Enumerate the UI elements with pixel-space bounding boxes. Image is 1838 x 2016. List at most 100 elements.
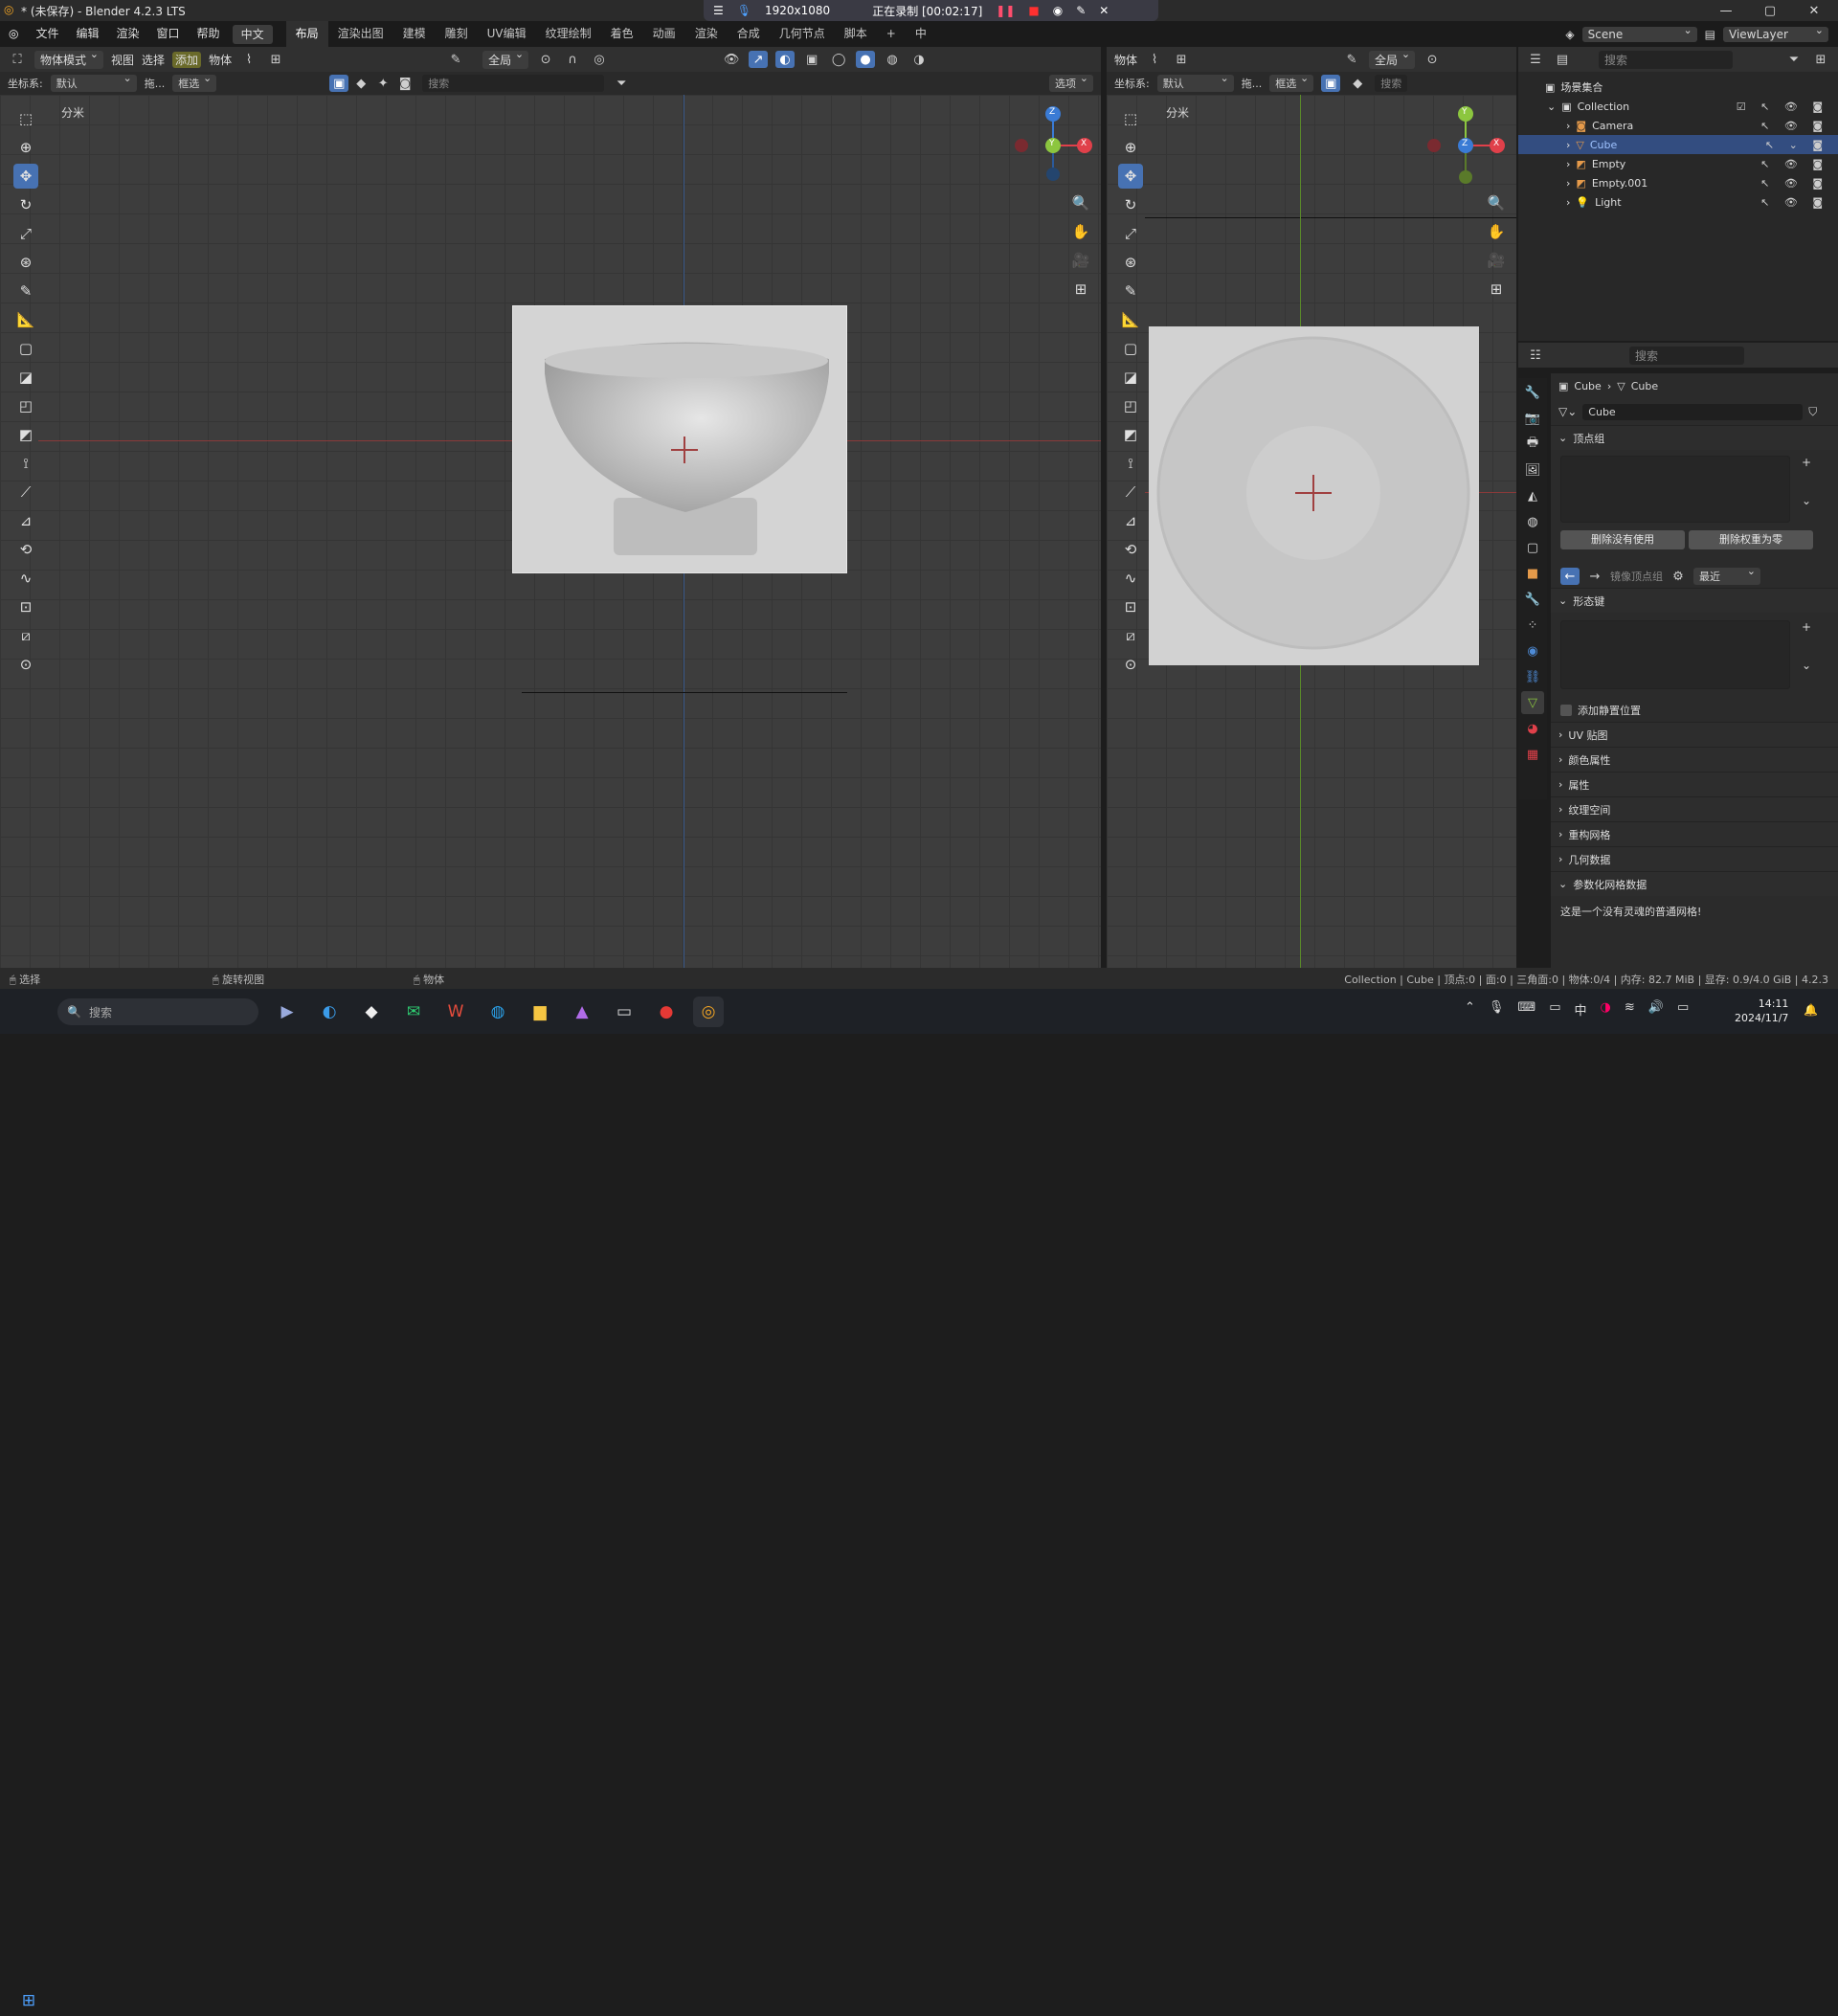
menu-render[interactable]: 渲染 [108,21,148,47]
right-eyedropper-icon[interactable]: ✎ [1342,51,1361,68]
tab-render-output[interactable]: 渲染出图 [328,21,393,47]
properties-editor-icon[interactable]: ☷ [1526,347,1545,364]
bowl-top-reference-image[interactable] [1149,326,1479,665]
shrink-tool-icon[interactable]: ⊡ [13,594,38,619]
scale-tool-icon[interactable]: ⤢ [13,221,38,246]
r-inset-tool-icon[interactable]: ◰ [1118,393,1143,418]
filter-mesh-icon[interactable]: ◆ [351,75,370,92]
right-menu-object[interactable]: 物体 [1114,52,1137,68]
right-snap-icon[interactable]: ⌇ [1145,51,1164,68]
r-scale-tool-icon[interactable]: ⤢ [1118,221,1143,246]
recorder-app-icon[interactable]: ● [651,997,682,1027]
r-rotate-tool-icon[interactable]: ↻ [1118,192,1143,217]
mic-icon[interactable]: 🎙 [737,4,751,17]
eyedropper-icon[interactable]: ✎ [446,51,465,68]
texture-space-panel-header[interactable]: › 纹理空间 [1551,796,1838,821]
remove-unused-button[interactable]: 删除没有使用 [1560,530,1685,549]
right-filter-mesh-icon[interactable]: ◆ [1348,75,1367,92]
left-search-input[interactable]: 搜索 [422,75,605,92]
camera-view-icon[interactable]: 🎥 [1068,248,1093,273]
menu-view[interactable]: 视图 [111,52,134,68]
r-spin-tool-icon[interactable]: ⟲ [1118,537,1143,562]
select-mode-icon[interactable]: ▣ [329,75,349,92]
world-tab-icon[interactable]: ◍ [1521,510,1544,533]
scene-tab-icon[interactable]: ◭ [1521,484,1544,507]
physics-tab-icon[interactable]: ◉ [1521,639,1544,662]
tab-layout[interactable]: 布局 [285,21,328,47]
color-attributes-panel-header[interactable]: › 颜色属性 [1551,747,1838,772]
outliner-item-camera[interactable]: › ◙ Camera ↖ 👁 ◙ [1518,116,1838,135]
cube-visibility-icons[interactable]: ↖ ⌄ ◙ [1765,139,1828,151]
r-pan-hand-icon[interactable]: ✋ [1484,219,1509,244]
vertex-group-list[interactable] [1560,456,1790,523]
minimize-button[interactable]: — [1704,0,1748,21]
ime-tray-icon[interactable]: 中 [1574,1000,1586,1019]
vertex-group-menu-icon[interactable]: ⌄ [1802,494,1811,507]
clock[interactable]: 14:11 2024/11/7 [1735,997,1788,1025]
fake-user-icon[interactable]: ⛉ [1808,405,1817,419]
camera-visibility-icons[interactable]: ↖ 👁 ◙ [1760,120,1828,132]
constraints-tab-icon[interactable]: ⛓ [1521,665,1544,688]
shading-solid-icon[interactable]: ● [856,51,876,68]
terminal-app-icon[interactable]: ▭ [609,997,639,1027]
add-workspace-icon[interactable]: + [877,21,906,47]
r-loopcut-tool-icon[interactable]: ⟟ [1118,451,1143,476]
r-camera-view-icon[interactable]: 🎥 [1484,248,1509,273]
properties-search-input[interactable]: 搜索 [1629,346,1744,365]
rest-position-checkbox[interactable] [1560,705,1572,716]
tab-uv-editing[interactable]: UV编辑 [478,21,536,47]
right-search-input[interactable]: 搜索 [1375,75,1408,92]
light-visibility-icons[interactable]: ↖ 👁 ◙ [1760,196,1828,209]
taskbar-search[interactable]: 🔍 搜索 [57,998,258,1025]
gizmo-toggle-icon[interactable]: ↗ [749,51,769,68]
knife-tool-icon[interactable]: ⟋ [13,480,38,504]
r-move-tool-icon[interactable]: ✥ [1118,164,1143,189]
output-tab-icon[interactable]: 🖶 [1521,433,1544,456]
add-vertex-group-icon[interactable]: + [1802,456,1811,469]
battery-icon[interactable]: ▭ [1677,1000,1689,1019]
shape-keys-panel-header[interactable]: ⌄ 形态键 [1551,588,1838,613]
file-explorer-icon[interactable]: ▆ [525,997,555,1027]
transform-tool-icon[interactable]: ⊛ [13,250,38,275]
display-icon[interactable]: ▭ [1549,1000,1560,1019]
right-orientation-dropdown[interactable]: 默认 [1156,72,1234,92]
tab-geometry-nodes[interactable]: 几何节点 [770,21,835,47]
right-transform-orientation[interactable]: 全局 [1369,48,1416,69]
r-shrink-tool-icon[interactable]: ⊡ [1118,594,1143,619]
menu-file[interactable]: 文件 [27,21,67,47]
scene-collection-row[interactable]: ▣ 场景集合 [1518,78,1838,97]
material-tab-icon[interactable]: ◕ [1521,717,1544,740]
geometry-data-panel-header[interactable]: › 几何数据 [1551,846,1838,871]
measure-tool-icon[interactable]: 📐 [13,307,38,332]
render-tab-icon[interactable]: 📷 [1521,407,1544,430]
tab-compositing[interactable]: 合成 [728,21,770,47]
right-pivot-icon[interactable]: ⊙ [1423,51,1442,68]
keyboard-icon[interactable]: ⌨ [1517,1000,1535,1019]
magnet-icon[interactable]: ∩ [563,51,582,68]
browser-app-icon[interactable]: ◍ [482,997,513,1027]
annotate-tool-icon[interactable]: ✎ [13,279,38,303]
right-3d-viewport[interactable]: 分米 ⬚ ⊕ ✥ ↻ ⤢ ⊛ ✎ 📐 ▢ ◪ ◰ ◩ ⟟ ⟋ ⊿ ⟲ ∿ ⊡ ⧄… [1107,95,1516,968]
right-drag-dropdown[interactable]: 框选 [1269,72,1314,92]
pan-hand-icon[interactable]: ✋ [1068,219,1093,244]
spin-tool-icon[interactable]: ⟲ [13,537,38,562]
menu-help[interactable]: 帮助 [189,21,229,47]
ime-indicator[interactable]: 中 [906,21,936,47]
bevel-tool-icon[interactable]: ◩ [13,422,38,447]
left-3d-viewport[interactable]: 分米 ⬚ ⊕ ✥ ↻ ⤢ ⊛ ✎ 📐 ▢ ◪ ◰ ◩ ⟟ ⟋ ⊿ ⟲ ∿ ⊡ ⧄… [0,95,1101,968]
drag-dropdown[interactable]: 框选 [172,72,217,92]
transform-orientation[interactable]: 全局 [482,48,529,69]
filter-icon[interactable]: ⏷ [612,75,631,92]
maximize-button[interactable]: ▢ [1748,0,1792,21]
uv-maps-panel-header[interactable]: › UV 贴图 [1551,722,1838,747]
param-mesh-panel-header[interactable]: ⌄ 参数化网格数据 [1551,871,1838,896]
wechat-app-icon[interactable]: ✉ [398,997,429,1027]
outliner-item-light[interactable]: › 💡 Light ↖ 👁 ◙ [1518,192,1838,212]
r-rip-tool-icon[interactable]: ⊙ [1118,652,1143,677]
tab-shading[interactable]: 着色 [601,21,643,47]
windows-start-icon[interactable]: ⊞ [13,1985,44,2016]
snap-icon[interactable]: ⌇ [239,51,258,68]
empty-visibility-icons[interactable]: ↖ 👁 ◙ [1760,158,1828,170]
right-grid-icon[interactable]: ⊞ [1172,51,1191,68]
mic-tray-icon[interactable]: 🎙 [1489,1000,1505,1019]
